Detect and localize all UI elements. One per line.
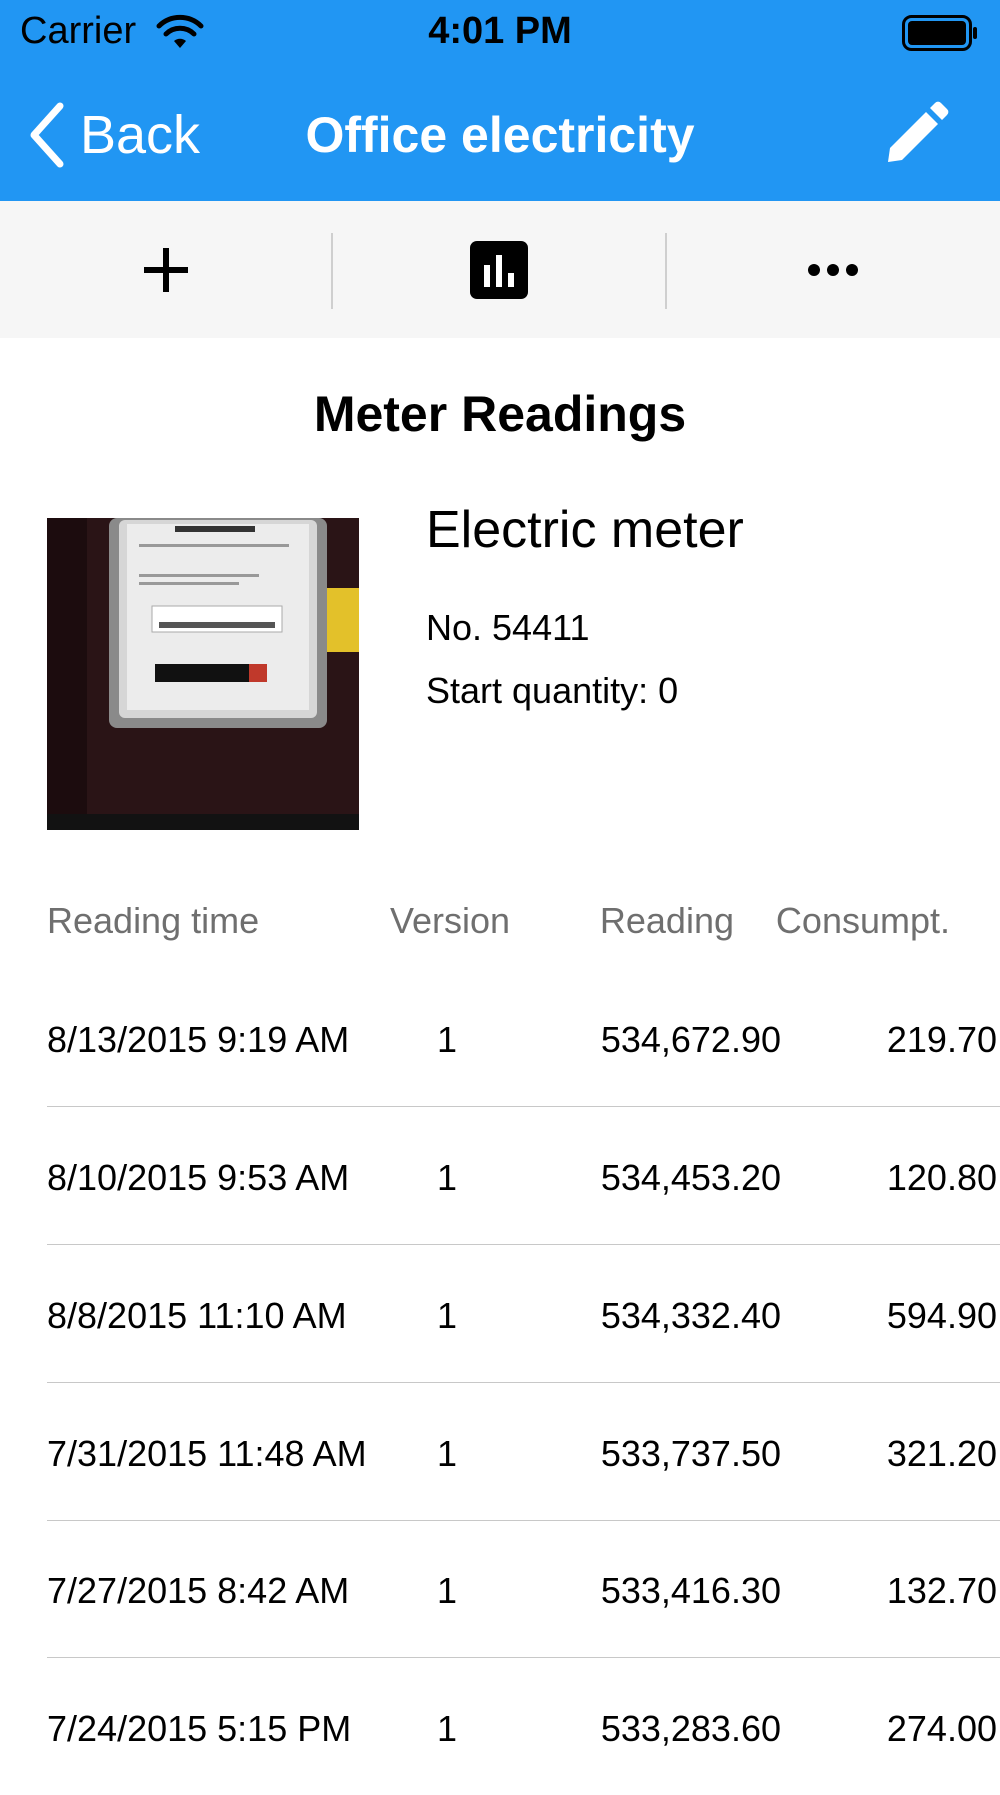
row-reading: 534,332.40 (600, 1295, 781, 1336)
row-version: 1 (436, 1019, 458, 1060)
battery-icon (902, 15, 977, 51)
chart-button[interactable] (333, 201, 664, 338)
column-header-version: Version (390, 900, 511, 941)
pencil-icon[interactable] (880, 100, 950, 170)
add-reading-button[interactable] (0, 201, 331, 338)
more-icon (807, 263, 858, 276)
row-version: 1 (436, 1295, 458, 1336)
column-header-time: Reading time (47, 900, 260, 941)
row-reading: 534,453.20 (600, 1157, 781, 1198)
row-time: 8/8/2015 11:10 AM (47, 1295, 347, 1336)
row-version: 1 (436, 1433, 458, 1474)
column-header-reading: Reading (599, 900, 734, 941)
row-version: 1 (436, 1570, 458, 1611)
row-consumption: 120.80 (886, 1157, 997, 1198)
start-quantity: Start quantity: 0 (426, 670, 679, 711)
table-row[interactable]: 8/8/2015 11:10 AM 1 534,332.40 594.90 (47, 1245, 1000, 1383)
row-time: 8/13/2015 9:19 AM (47, 1019, 350, 1060)
table-row[interactable]: 8/10/2015 9:53 AM 1 534,453.20 120.80 (47, 1107, 1000, 1245)
row-reading: 533,737.50 (600, 1433, 781, 1474)
row-time: 7/31/2015 11:48 AM (47, 1433, 367, 1474)
page-title: Office electricity (305, 107, 695, 163)
meter-number: No. 54411 (426, 607, 590, 648)
table-row[interactable]: 8/13/2015 9:19 AM 1 534,672.90 219.70 (47, 969, 1000, 1107)
row-consumption: 219.70 (886, 1019, 997, 1060)
more-button[interactable] (667, 201, 998, 338)
toolbar (0, 201, 1000, 338)
add-icon (143, 247, 188, 292)
meter-name: Electric meter (426, 501, 744, 559)
row-reading: 534,672.90 (600, 1019, 781, 1060)
table-row[interactable]: 7/31/2015 11:48 AM 1 533,737.50 321.20 (47, 1383, 1000, 1521)
column-header-consumption: Consumpt. (775, 900, 950, 941)
section-title: Meter Readings (313, 386, 687, 442)
row-consumption: 594.90 (886, 1295, 997, 1336)
navigation-bar: Back Office electricity (0, 70, 1000, 201)
row-consumption: 132.70 (886, 1570, 997, 1611)
clock: 4:01 PM (428, 10, 572, 52)
row-consumption: 321.20 (886, 1433, 997, 1474)
row-reading: 533,283.60 (600, 1708, 781, 1749)
chart-icon (469, 240, 528, 299)
row-version: 1 (436, 1157, 458, 1198)
row-version: 1 (436, 1708, 458, 1749)
row-time: 7/27/2015 8:42 AM (47, 1570, 350, 1611)
status-bar: Carrier 4:01 PM (0, 0, 1000, 70)
table-row[interactable]: 7/27/2015 8:42 AM 1 533,416.30 132.70 (47, 1520, 1000, 1658)
row-time: 8/10/2015 9:53 AM (47, 1157, 350, 1198)
row-consumption: 274.00 (886, 1708, 997, 1749)
table-row[interactable]: 7/24/2015 5:15 PM 1 533,283.60 274.00 (47, 1658, 1000, 1795)
row-reading: 533,416.30 (600, 1570, 781, 1611)
row-time: 7/24/2015 5:15 PM (47, 1708, 352, 1749)
meter-photo[interactable] (47, 518, 359, 830)
